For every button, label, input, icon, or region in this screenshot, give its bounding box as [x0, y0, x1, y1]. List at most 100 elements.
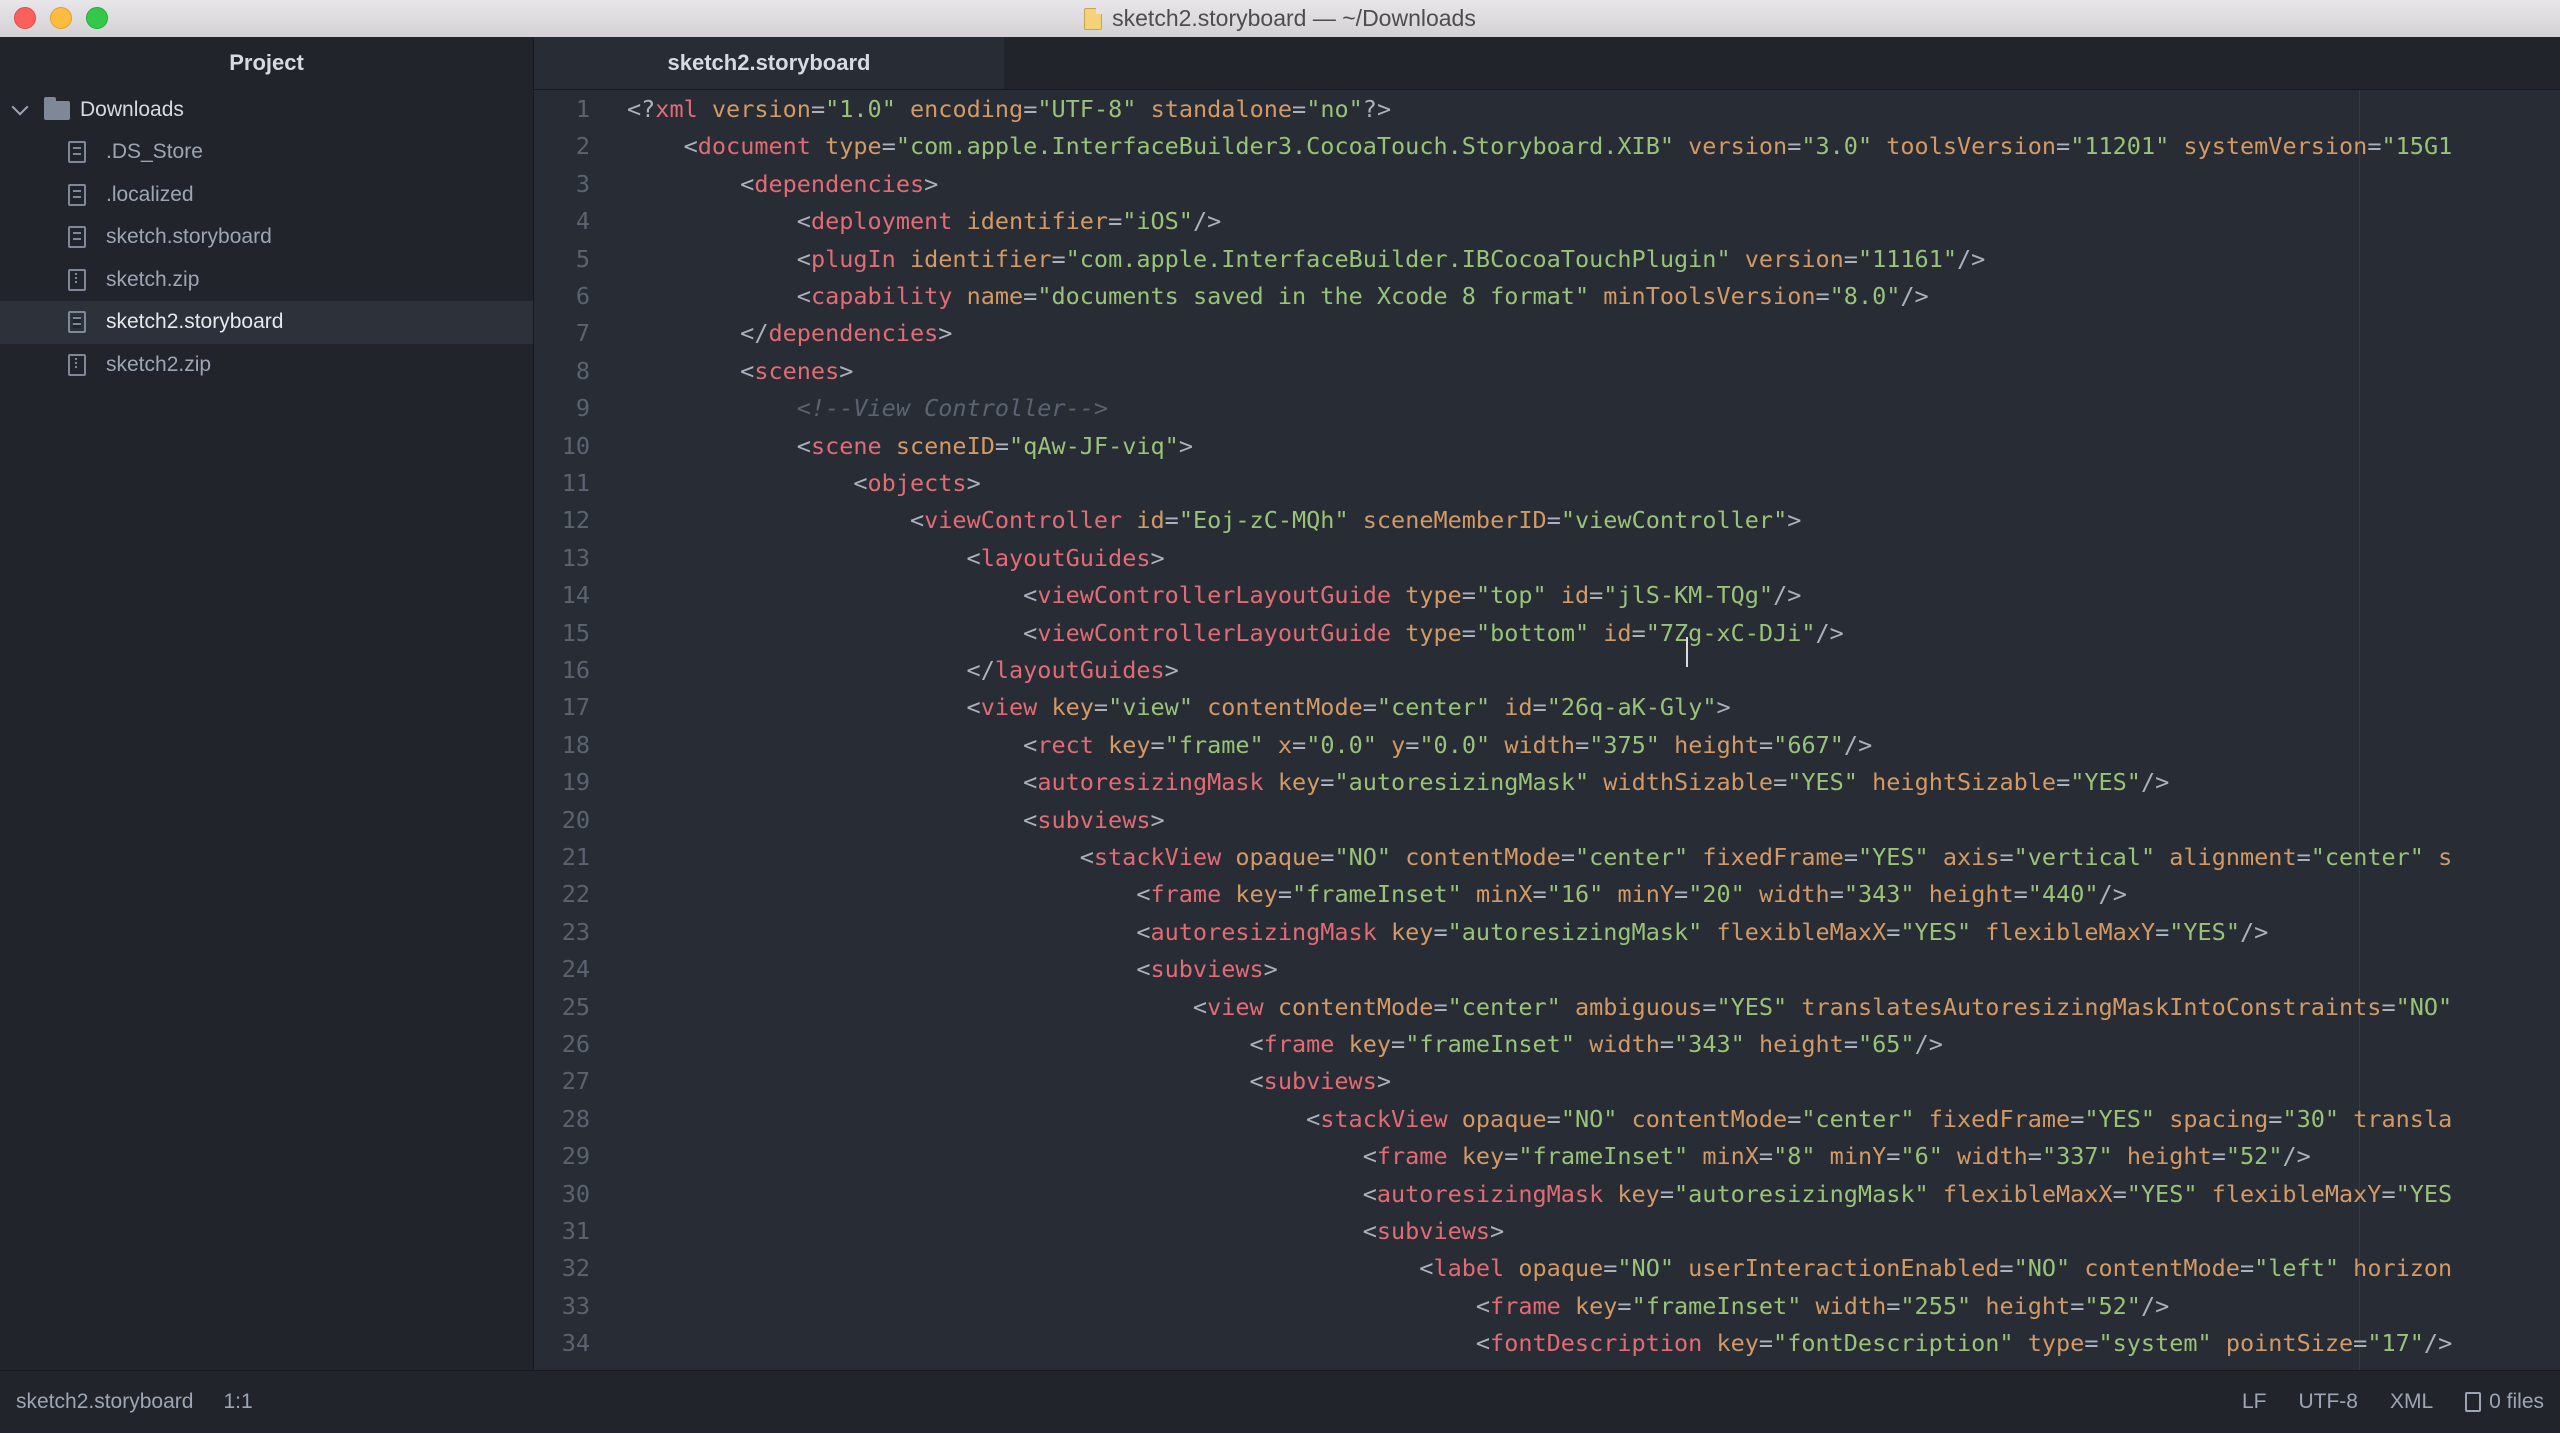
code-line[interactable]: 26 <frame key="frameInset" width="343" h… — [534, 1026, 1943, 1063]
close-window-button[interactable] — [14, 7, 36, 29]
tree-file-item[interactable]: .DS_Store — [0, 131, 533, 174]
status-line-ending[interactable]: LF — [2242, 1390, 2267, 1414]
status-git-files[interactable]: 0 files — [2465, 1390, 2544, 1414]
code-token: minX — [1475, 880, 1533, 909]
sidebar-header[interactable]: Project — [0, 37, 533, 89]
code-token: type — [825, 132, 882, 161]
status-cursor-position[interactable]: 1:1 — [223, 1390, 252, 1414]
code-line[interactable]: 5 <plugIn identifier="com.apple.Interfac… — [534, 241, 1985, 278]
zoom-window-button[interactable] — [86, 7, 108, 29]
status-encoding[interactable]: UTF-8 — [2298, 1390, 2358, 1414]
code-token: = — [1051, 244, 1066, 273]
code-line[interactable]: 25 <view contentMode="center" ambiguous=… — [534, 989, 2453, 1026]
code-line[interactable]: 1 <?xml version="1.0" encoding="UTF-8" st… — [534, 91, 1391, 128]
line-source: </layoutGuides> — [627, 652, 1179, 689]
line-source: <capability name="documents saved in the… — [627, 278, 1929, 315]
code-line[interactable]: 32 <label opaque="NO" userInteractionEna… — [534, 1250, 2453, 1287]
tree-file-label: sketch.storyboard — [106, 225, 272, 249]
code-token: < — [627, 1291, 1491, 1320]
code-token: key — [1348, 1030, 1392, 1058]
code-token: = — [994, 431, 1010, 460]
code-token: subviews — [1150, 955, 1264, 984]
tab-sketch2-storyboard[interactable]: sketch2.storyboard — [534, 37, 1004, 89]
line-source: <subviews> — [627, 1063, 1392, 1100]
code-line[interactable]: 8 <scenes> — [534, 353, 854, 390]
code-line[interactable]: 2 <document type="com.apple.InterfaceBui… — [534, 128, 2452, 165]
code-line[interactable]: 6 <capability name="documents saved in t… — [534, 278, 1929, 315]
code-line[interactable]: 23 <autoresizingMask key="autoresizingMa… — [534, 914, 2269, 951]
code-token: "YES — [2395, 1179, 2453, 1208]
tree-folder-downloads[interactable]: Downloads — [0, 89, 533, 131]
code-line[interactable]: 10 <scene sceneID="qAw-JF-viq"> — [534, 428, 1193, 465]
code-token: frame — [1263, 1030, 1335, 1058]
tree-file-item[interactable]: sketch.zip — [0, 259, 533, 302]
code-token: height — [1928, 880, 2014, 909]
code-token: flexibleMaxX — [1942, 1179, 2113, 1208]
code-line[interactable]: 9 <!--View Controller--> — [534, 390, 1108, 427]
code-token: > — [924, 169, 939, 198]
line-number: 18 — [561, 730, 590, 759]
code-line[interactable]: 30 <autoresizingMask key="autoresizingMa… — [534, 1176, 2453, 1213]
code-token: "frameInset" — [1292, 880, 1462, 909]
code-token: contentMode — [1277, 992, 1434, 1021]
code-line[interactable]: 31 <subviews> — [534, 1213, 1505, 1250]
tree-file-item[interactable]: sketch2.storyboard — [0, 301, 533, 344]
code-line[interactable]: 3 <dependencies> — [534, 166, 938, 203]
code-line[interactable]: 4 <deployment identifier="iOS"/> — [534, 203, 1221, 240]
line-number: 28 — [561, 1104, 590, 1133]
tree-file-item[interactable]: sketch.storyboard — [0, 216, 533, 259]
code-line[interactable]: 29 <frame key="frameInset" minX="8" minY… — [534, 1138, 2311, 1175]
code-token: height — [1674, 730, 1760, 759]
code-line[interactable]: 17 <view key="view" contentMode="center"… — [534, 689, 1731, 726]
window-title: sketch2.storyboard — ~/Downloads — [1112, 5, 1476, 31]
code-line[interactable]: 24 <subviews> — [534, 951, 1278, 988]
code-line[interactable]: 16 </layoutGuides> — [534, 652, 1179, 689]
code-token: > — [1150, 543, 1165, 572]
status-file-path[interactable]: sketch2.storyboard — [16, 1390, 193, 1414]
code-line[interactable]: 14 <viewControllerLayoutGuide type="top"… — [534, 577, 1802, 614]
code-line[interactable]: 7 </dependencies> — [534, 315, 953, 352]
code-line[interactable]: 11 <objects> — [534, 465, 981, 502]
window-controls — [14, 7, 108, 29]
code-line[interactable]: 33 <frame key="frameInset" width="255" h… — [534, 1288, 2170, 1325]
line-number: 21 — [561, 843, 590, 871]
code-token: = — [1843, 843, 1858, 871]
code-line[interactable]: 34 <fontDescription key="fontDescription… — [534, 1325, 2453, 1362]
code-line[interactable]: 13 <layoutGuides> — [534, 540, 1165, 577]
code-editor[interactable]: 1 <?xml version="1.0" encoding="UTF-8" st… — [534, 90, 2560, 1370]
code-token: = — [1391, 1030, 1406, 1058]
code-token: contentMode — [1405, 843, 1561, 871]
code-line[interactable]: 27 <subviews> — [534, 1063, 1391, 1100]
code-line[interactable]: 18 <rect key="frame" x="0.0" y="0.0" wid… — [534, 727, 1873, 764]
code-line[interactable]: 20 <subviews> — [534, 802, 1165, 839]
code-line[interactable]: 28 <stackView opaque="NO" contentMode="c… — [534, 1101, 2453, 1138]
chevron-down-icon[interactable] — [11, 98, 29, 116]
code-token: "0.0" — [1306, 730, 1377, 759]
tree-file-item[interactable]: sketch2.zip — [0, 344, 533, 387]
line-source: <frame key="frameInset" width="255" heig… — [627, 1288, 2169, 1325]
tree-file-item[interactable]: .localized — [0, 174, 533, 217]
folder-label: Downloads — [80, 98, 184, 121]
code-token: "documents saved in the Xcode 8 format" — [1037, 282, 1590, 310]
file-zip-icon — [68, 268, 86, 291]
code-line[interactable]: 19 <autoresizingMask key="autoresizingMa… — [534, 764, 2170, 801]
code-token: < — [627, 169, 755, 198]
line-source: <autoresizingMask key="autoresizingMask"… — [627, 764, 2169, 801]
minimize-window-button[interactable] — [50, 7, 72, 29]
code-token: view — [1207, 992, 1264, 1021]
code-line[interactable]: 22 <frame key="frameInset" minX="16" min… — [534, 876, 2127, 913]
code-line[interactable]: 15 <viewControllerLayoutGuide type="bott… — [534, 615, 1844, 652]
code-line[interactable]: 21 <stackView opaque="NO" contentMode="c… — [534, 839, 2453, 876]
code-token: axis — [1942, 843, 2000, 871]
status-grammar[interactable]: XML — [2390, 1390, 2433, 1414]
code-token: height — [2126, 1142, 2212, 1171]
code-token: "top" — [1475, 581, 1547, 610]
code-line[interactable]: 12 <viewController id="Eoj-zC-MQh" scene… — [534, 502, 1802, 539]
